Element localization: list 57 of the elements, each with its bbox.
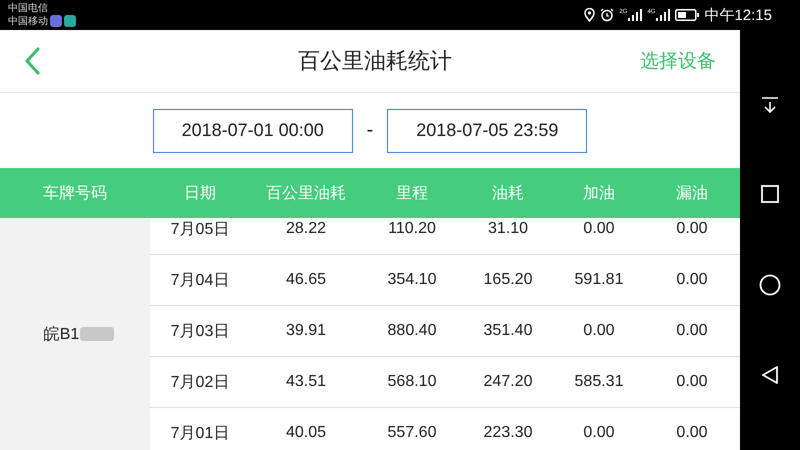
redaction-blur bbox=[80, 327, 114, 341]
table-cell-text: 354.10 bbox=[386, 271, 438, 289]
column-header: 日期 bbox=[183, 184, 217, 204]
table-cell-text: 0.00 bbox=[675, 322, 709, 340]
page-title: 百公里油耗统计 bbox=[298, 47, 452, 75]
table-cell-text: 880.40 bbox=[386, 322, 438, 340]
table-cell-text: 585.31 bbox=[574, 373, 624, 391]
table-cell-text: 7月05日 bbox=[170, 220, 230, 240]
column-header: 漏油 bbox=[675, 184, 709, 204]
table-cell-text: 31.10 bbox=[486, 220, 530, 238]
table-cell-text: 0.00 bbox=[675, 220, 709, 238]
table-cell-text: 247.20 bbox=[482, 373, 534, 391]
back-icon[interactable] bbox=[760, 365, 780, 386]
start-date-field[interactable]: 2018-07-01 00:00 bbox=[152, 108, 353, 152]
table-cell-text: 0.00 bbox=[675, 424, 709, 442]
table-cell-text: 0.00 bbox=[582, 424, 616, 442]
table-cell-text: 0.00 bbox=[582, 322, 616, 340]
table-cell-text: 0.00 bbox=[675, 373, 709, 391]
table-cell-text: 7月03日 bbox=[170, 322, 230, 342]
table-cell-text: 568.10 bbox=[386, 373, 438, 391]
carrier-name: 中国移动 bbox=[8, 15, 48, 28]
end-date-field[interactable]: 2018-07-05 23:59 bbox=[387, 108, 588, 152]
column-header: 百公里油耗 bbox=[265, 184, 347, 204]
app-icon bbox=[50, 15, 62, 27]
table-cell-text: 43.51 bbox=[284, 373, 328, 391]
home-icon[interactable] bbox=[759, 274, 781, 296]
recent-apps-icon[interactable] bbox=[760, 184, 780, 204]
signal-icon bbox=[628, 9, 642, 21]
app-icon bbox=[64, 15, 76, 27]
table-cell-text: 165.20 bbox=[482, 271, 534, 289]
table-cell-text: 223.30 bbox=[482, 424, 534, 442]
carrier-name: 中国电信 bbox=[8, 2, 48, 15]
column-header: 车牌号码 bbox=[42, 184, 108, 204]
date-separator: - bbox=[366, 119, 374, 142]
table-cell-text: 557.60 bbox=[386, 424, 438, 442]
table-cell-text: 40.05 bbox=[284, 424, 328, 442]
table-cell-text: 110.20 bbox=[387, 220, 437, 238]
alarm-icon bbox=[600, 8, 614, 22]
column-header: 油耗 bbox=[491, 184, 525, 204]
table-cell-text: 351.40 bbox=[482, 322, 534, 340]
clock-time: 中午12:15 bbox=[704, 6, 772, 24]
column-header: 加油 bbox=[582, 184, 616, 204]
table-cell-text: 7月01日 bbox=[170, 424, 230, 444]
plate-number: 皖B1 bbox=[44, 324, 80, 344]
table-cell-text: 39.91 bbox=[284, 322, 328, 340]
table-cell-text: 591.81 bbox=[574, 271, 624, 289]
table-cell-text: 28.22 bbox=[284, 220, 328, 238]
table-cell-text: 7月02日 bbox=[170, 372, 230, 392]
column-header: 里程 bbox=[395, 184, 429, 204]
pull-down-icon[interactable] bbox=[760, 94, 780, 115]
signal-icon bbox=[656, 9, 670, 21]
table-cell-text: 0.00 bbox=[675, 271, 709, 289]
table-cell-text: 46.65 bbox=[284, 271, 328, 289]
location-icon bbox=[584, 8, 596, 22]
table-cell-text: 0.00 bbox=[582, 220, 616, 238]
battery-icon bbox=[675, 9, 700, 21]
table-cell-text: 7月04日 bbox=[170, 270, 230, 290]
